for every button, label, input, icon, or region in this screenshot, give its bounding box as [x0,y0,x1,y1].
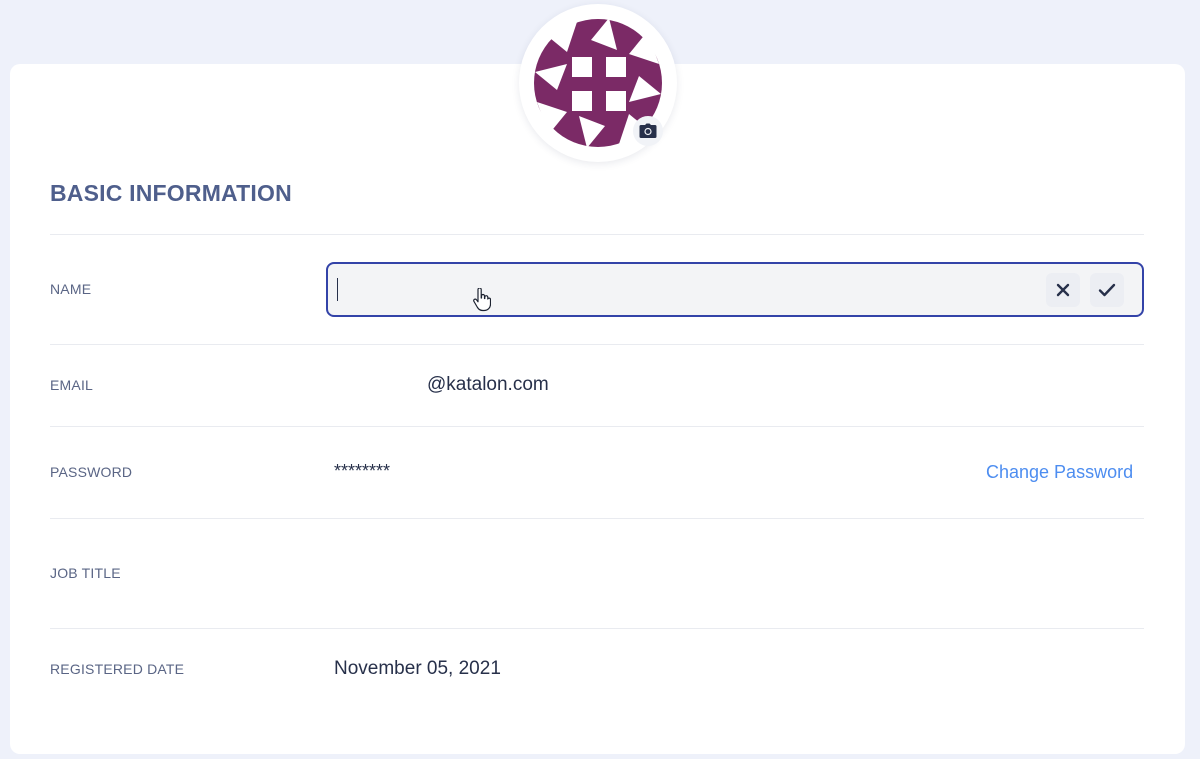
job-title-label: JOB TITLE [50,565,121,581]
registered-date-label: REGISTERED DATE [50,661,185,677]
profile-avatar[interactable] [519,4,677,162]
close-icon [1056,283,1070,297]
text-caret [337,278,338,301]
confirm-button[interactable] [1090,273,1124,307]
cancel-button[interactable] [1046,273,1080,307]
divider [50,518,1144,519]
divider [50,426,1144,427]
profile-card: BASIC INFORMATION NAME EMAIL @katalon.co… [10,4,1185,754]
divider [50,628,1144,629]
password-value: ******** [334,461,391,481]
hand-pointer-icon [473,288,491,312]
divider [50,344,1144,345]
email-value: @katalon.com [427,374,549,395]
camera-icon [639,123,657,138]
divider [50,234,1144,235]
change-avatar-button[interactable] [633,116,663,146]
check-icon [1098,283,1116,297]
name-label: NAME [50,281,92,297]
name-input[interactable] [326,262,1144,317]
change-password-link[interactable]: Change Password [986,462,1133,483]
section-title: BASIC INFORMATION [50,180,292,206]
password-label: PASSWORD [50,464,133,480]
registered-date-value: November 05, 2021 [334,658,501,679]
email-label: EMAIL [50,377,94,393]
